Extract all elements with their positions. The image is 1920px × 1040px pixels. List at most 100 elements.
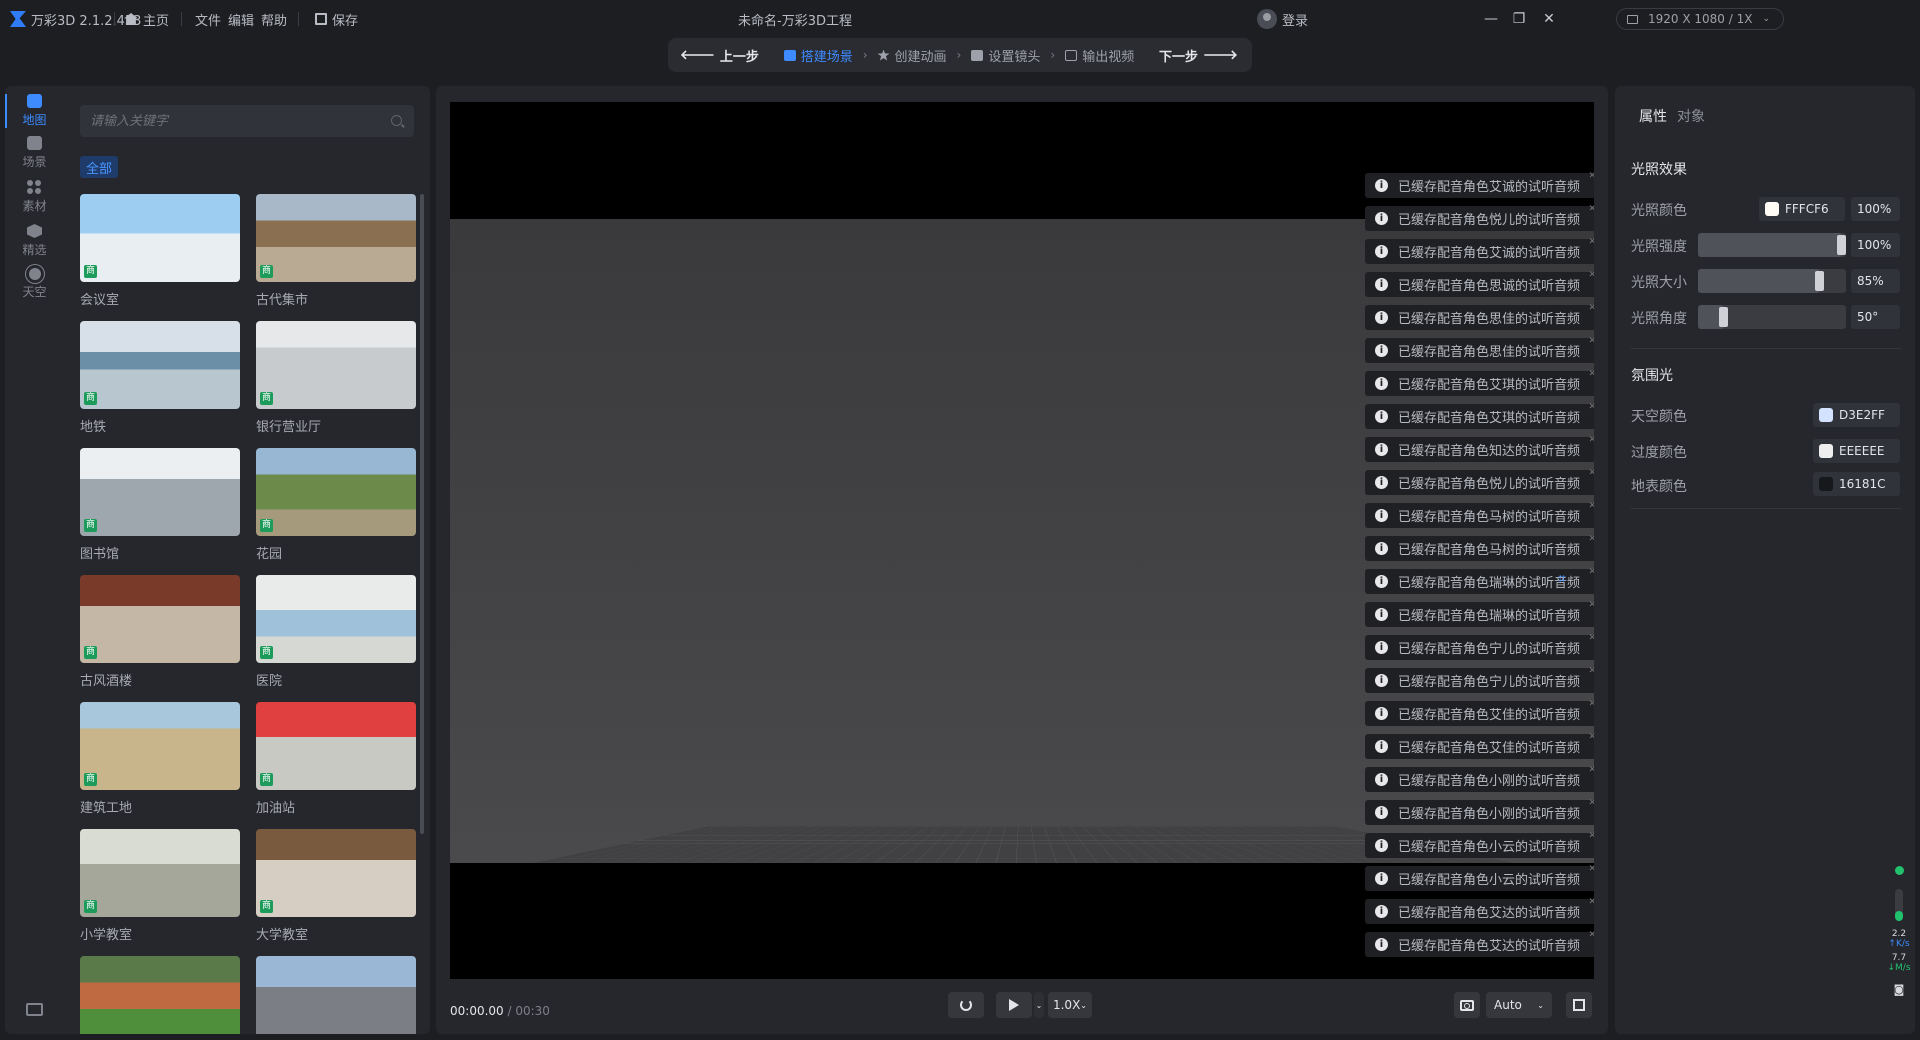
search-input[interactable] [90,113,380,129]
scene-viewport[interactable]: i 已缓存配音角色艾诚的试听音频 ✕ i 已缓存配音角色悦儿的试听音频 ✕ i 已缓存配音角色… [450,102,1594,979]
light-angle-value[interactable]: 50° [1851,305,1900,329]
close-icon[interactable]: ✕ [1588,204,1594,214]
close-icon[interactable]: ✕ [1588,666,1594,676]
asset-card-library[interactable]: 商图书馆 [80,448,240,562]
notification-toast[interactable]: i 已缓存配音角色艾琪的试听音频 ✕ [1365,402,1594,429]
asset-card-market[interactable]: 商古代集市 [256,194,416,308]
asset-card-garden[interactable]: 商花园 [256,448,416,562]
close-icon[interactable]: ✕ [1588,534,1594,544]
asset-card-subway[interactable]: 商地铁 [80,321,240,435]
light-color-opacity[interactable]: 100% [1851,197,1900,221]
notification-toast[interactable]: i 已缓存配音角色宁儿的试听音频 ✕ [1365,633,1594,660]
asset-card-sports-field[interactable] [80,956,240,1034]
notification-toast[interactable]: i 已缓存配音角色艾诚的试听音频 ✕ [1365,237,1594,264]
step-set-camera[interactable]: 设置镜头 [971,46,1040,65]
asset-card-gas-station[interactable]: 商加油站 [256,702,416,816]
close-icon[interactable]: ✕ [1588,369,1594,379]
notification-toast[interactable]: i 已缓存配音角色瑞琳的试听音频 ✕ [1365,600,1594,627]
notification-toast[interactable]: i 已缓存配音角色小刚的试听音频 ✕ [1365,765,1594,792]
sky-color-picker[interactable]: D3E2FF [1813,403,1900,427]
crop-icon[interactable]: ⌗ [1558,572,1572,586]
notification-toast[interactable]: i 已缓存配音角色知达的试听音频 ✕ [1365,435,1594,462]
play-button[interactable] [996,992,1032,1018]
asset-card-construction[interactable]: 商建筑工地 [80,702,240,816]
asset-card-university[interactable]: 商大学教室 [256,829,416,943]
notification-toast[interactable]: i 已缓存配音角色艾佳的试听音频 ✕ [1365,732,1594,759]
close-icon[interactable]: ✕ [1588,303,1594,313]
close-icon[interactable]: ✕ [1588,501,1594,511]
notification-toast[interactable]: i 已缓存配音角色艾达的试听音频 ✕ [1365,897,1594,924]
close-icon[interactable]: ✕ [1588,831,1594,841]
asset-card-city[interactable] [256,956,416,1034]
maximize-button[interactable]: ❐ [1506,6,1532,32]
notification-toast[interactable]: i 已缓存配音角色艾佳的试听音频 ✕ [1365,699,1594,726]
resolution-select[interactable]: 1920 X 1080 / 1X ⌄ [1616,8,1784,30]
asset-card-restaurant[interactable]: 商古风酒楼 [80,575,240,689]
close-icon[interactable]: ✕ [1588,468,1594,478]
next-step-button[interactable]: 下一步 🡒 [1159,46,1238,65]
close-icon[interactable]: ✕ [1588,567,1594,577]
close-icon[interactable]: ✕ [1588,435,1594,445]
close-icon[interactable]: ✕ [1588,765,1594,775]
close-icon[interactable]: ✕ [1588,699,1594,709]
notification-toast[interactable]: i 已缓存配音角色小刚的试听音频 ✕ [1365,798,1594,825]
slider-thumb[interactable] [1814,271,1824,291]
rail-item-sky[interactable]: 天空 [5,259,64,309]
notification-toast[interactable]: i 已缓存配音角色马树的试听音频 ✕ [1365,501,1594,528]
notification-toast[interactable]: i 已缓存配音角色悦儿的试听音频 ✕ [1365,468,1594,495]
asset-card-bank[interactable]: 商银行营业厅 [256,321,416,435]
save-button[interactable]: 保存 [315,0,358,38]
speed-select[interactable]: 1.0X ⌄ [1048,992,1092,1018]
notification-toast[interactable]: i 已缓存配音角色宁儿的试听音频 ✕ [1365,666,1594,693]
close-icon[interactable]: ✕ [1588,402,1594,412]
menu-file[interactable]: 文件 [195,0,221,38]
close-icon[interactable]: ✕ [1588,930,1594,940]
notification-toast[interactable]: i 已缓存配音角色思诚的试听音频 ✕ [1365,270,1594,297]
close-icon[interactable]: ✕ [1588,798,1594,808]
close-icon[interactable]: ✕ [1588,897,1594,907]
close-icon[interactable]: ✕ [1588,864,1594,874]
minimize-button[interactable]: — [1478,6,1504,32]
close-icon[interactable]: ✕ [1588,237,1594,247]
light-angle-slider[interactable] [1698,305,1846,329]
screenshot-button[interactable] [1454,992,1480,1018]
light-intensity-value[interactable]: 100% [1851,233,1900,257]
rail-item-scene[interactable]: 场景 [5,128,64,178]
light-size-slider[interactable] [1698,269,1846,293]
loop-button[interactable] [948,992,984,1018]
fullscreen-button[interactable] [1566,992,1592,1018]
rail-item-assets[interactable]: 素材 [5,172,64,222]
search-icon[interactable] [391,115,402,126]
notification-toast[interactable]: i 已缓存配音角色艾达的试听音频 ✕ [1365,930,1594,957]
tab-objects[interactable]: 对象 [1677,106,1705,126]
prev-step-button[interactable]: 🡐 上一步 [680,46,759,65]
step-export-video[interactable]: 输出视频 [1065,46,1134,65]
slider-thumb[interactable] [1718,307,1728,327]
light-size-value[interactable]: 85% [1851,269,1900,293]
transition-color-picker[interactable]: EEEEEE [1813,439,1900,463]
close-icon[interactable]: ✕ [1588,732,1594,742]
step-build-scene[interactable]: 搭建场景 [783,46,853,65]
close-icon[interactable]: ✕ [1588,171,1594,181]
notification-toast[interactable]: i 已缓存配音角色艾琪的试听音频 ✕ [1365,369,1594,396]
step-create-animation[interactable]: 创建动画 [877,46,947,65]
filter-all-tag[interactable]: 全部 [80,156,119,178]
notification-toast[interactable]: i 已缓存配音角色思佳的试听音频 ✕ [1365,336,1594,363]
quality-select[interactable]: Auto ⌄ [1486,992,1552,1018]
network-monitor[interactable]: 2.2 ↑K/s 7.7 ↓M/s ◙ [1884,866,1914,995]
light-intensity-slider[interactable] [1698,233,1846,257]
asset-card-classroom[interactable]: 商小学教室 [80,829,240,943]
menu-help[interactable]: 帮助 [261,0,287,38]
close-icon[interactable]: ✕ [1588,336,1594,346]
tab-properties[interactable]: 属性 [1639,106,1667,126]
close-icon[interactable]: ✕ [1588,270,1594,280]
play-options-button[interactable]: ⌄ [1034,992,1044,1018]
notification-toast[interactable]: i 已缓存配音角色艾诚的试听音频 ✕ [1365,171,1594,198]
close-icon[interactable]: ✕ [1588,600,1594,610]
notification-toast[interactable]: i 已缓存配音角色思佳的试听音频 ✕ [1365,303,1594,330]
close-button[interactable]: ✕ [1536,6,1562,32]
notification-toast[interactable]: i 已缓存配音角色悦儿的试听音频 ✕ [1365,204,1594,231]
keyboard-icon[interactable] [26,1003,43,1016]
login-button[interactable]: 登录 [1257,0,1308,38]
close-icon[interactable]: ✕ [1588,633,1594,643]
